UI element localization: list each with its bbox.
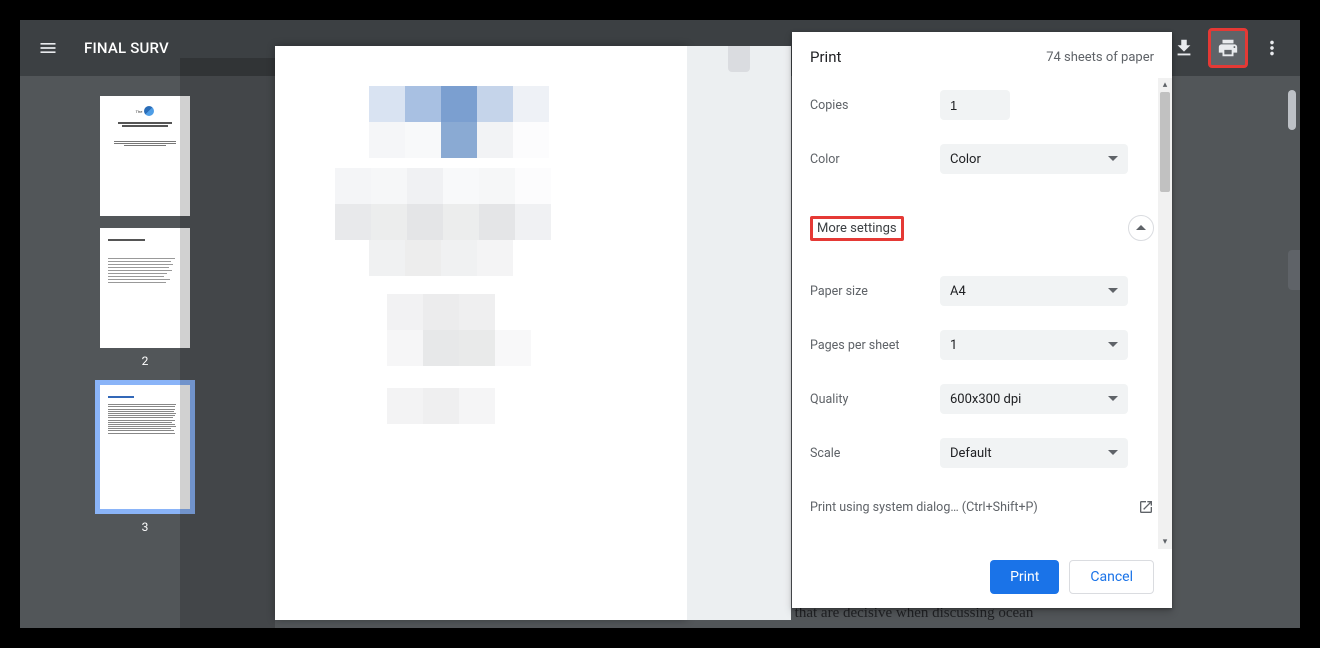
system-dialog-row[interactable]: Print using system dialog… (Ctrl+Shift+P… bbox=[810, 484, 1154, 530]
pages-per-sheet-select[interactable]: 1 bbox=[940, 330, 1128, 360]
print-dialog-body: Copies Color Color More settings bbox=[792, 78, 1172, 549]
cancel-button[interactable]: Cancel bbox=[1069, 560, 1154, 594]
system-dialog-label: Print using system dialog… (Ctrl+Shift+P… bbox=[810, 500, 1038, 515]
quality-label: Quality bbox=[810, 392, 940, 407]
more-options-button[interactable] bbox=[1252, 28, 1292, 68]
dialog-scroll-up[interactable]: ▴ bbox=[1158, 78, 1172, 92]
color-value: Color bbox=[950, 152, 981, 167]
paper-size-value: A4 bbox=[950, 284, 966, 299]
thumbnail-label-3: 3 bbox=[142, 520, 149, 534]
print-preview-page bbox=[275, 46, 687, 620]
more-vertical-icon bbox=[1261, 37, 1283, 59]
hamburger-icon bbox=[38, 38, 58, 58]
chevron-down-icon bbox=[1108, 340, 1118, 350]
collapse-more-settings-button[interactable] bbox=[1128, 215, 1154, 241]
viewer-scrollbar[interactable] bbox=[1286, 76, 1296, 628]
copies-label: Copies bbox=[810, 98, 940, 113]
chevron-down-icon bbox=[1108, 286, 1118, 296]
thumbnail-page-1[interactable]: The bbox=[100, 96, 190, 216]
sheets-summary: 74 sheets of paper bbox=[1046, 50, 1154, 65]
app-frame: FINAL SURV The bbox=[10, 10, 1310, 638]
paper-size-row: Paper size A4 bbox=[810, 264, 1154, 318]
print-dialog-header: Print 74 sheets of paper bbox=[792, 32, 1172, 78]
quality-select[interactable]: 600x300 dpi bbox=[940, 384, 1128, 414]
quality-row: Quality 600x300 dpi bbox=[810, 372, 1154, 426]
scale-row: Scale Default bbox=[810, 426, 1154, 480]
quality-value: 600x300 dpi bbox=[950, 392, 1021, 407]
scale-label: Scale bbox=[810, 446, 940, 461]
print-button[interactable] bbox=[1208, 28, 1248, 68]
scale-select[interactable]: Default bbox=[940, 438, 1128, 468]
pages-per-sheet-value: 1 bbox=[950, 338, 957, 353]
scale-value: Default bbox=[950, 446, 992, 461]
print-dialog-title: Print bbox=[810, 48, 841, 66]
document-title: FINAL SURV bbox=[84, 39, 169, 57]
download-icon bbox=[1173, 37, 1195, 59]
color-select[interactable]: Color bbox=[940, 144, 1128, 174]
print-dialog-footer: Print Cancel bbox=[792, 549, 1172, 608]
chevron-down-icon bbox=[1108, 394, 1118, 404]
chevron-down-icon bbox=[1108, 448, 1118, 458]
dialog-scrollbar[interactable]: ▴ ▾ bbox=[1158, 78, 1172, 549]
dialog-scroll-down[interactable]: ▾ bbox=[1158, 535, 1172, 549]
open-external-icon bbox=[1138, 499, 1154, 515]
pages-per-sheet-row: Pages per sheet 1 bbox=[810, 318, 1154, 372]
paper-size-label: Paper size bbox=[810, 284, 940, 299]
print-confirm-button[interactable]: Print bbox=[990, 560, 1059, 594]
color-label: Color bbox=[810, 152, 940, 167]
copies-row: Copies bbox=[810, 78, 1154, 132]
preview-shadow bbox=[180, 58, 275, 628]
copies-input[interactable] bbox=[940, 90, 1010, 120]
blurred-content bbox=[335, 86, 627, 580]
more-settings-row: More settings bbox=[810, 200, 1154, 256]
color-row: Color Color bbox=[810, 132, 1154, 186]
menu-button[interactable] bbox=[28, 28, 68, 68]
more-settings-label[interactable]: More settings bbox=[810, 216, 904, 241]
thumbnail-label-2: 2 bbox=[142, 354, 149, 368]
preview-sidebar-strip bbox=[687, 46, 791, 620]
chevron-down-icon bbox=[1108, 154, 1118, 164]
print-icon bbox=[1217, 37, 1239, 59]
print-dialog: Print 74 sheets of paper Copies Color Co… bbox=[792, 32, 1172, 608]
preview-strip-handle bbox=[728, 46, 750, 72]
side-tab-handle[interactable] bbox=[1288, 250, 1300, 290]
thumbnail-page-2[interactable] bbox=[100, 228, 190, 348]
dialog-scrollbar-thumb[interactable] bbox=[1160, 92, 1170, 192]
chevron-up-icon bbox=[1136, 223, 1146, 233]
paper-size-select[interactable]: A4 bbox=[940, 276, 1128, 306]
pages-per-sheet-label: Pages per sheet bbox=[810, 338, 940, 353]
viewer-scrollbar-thumb[interactable] bbox=[1288, 90, 1296, 130]
